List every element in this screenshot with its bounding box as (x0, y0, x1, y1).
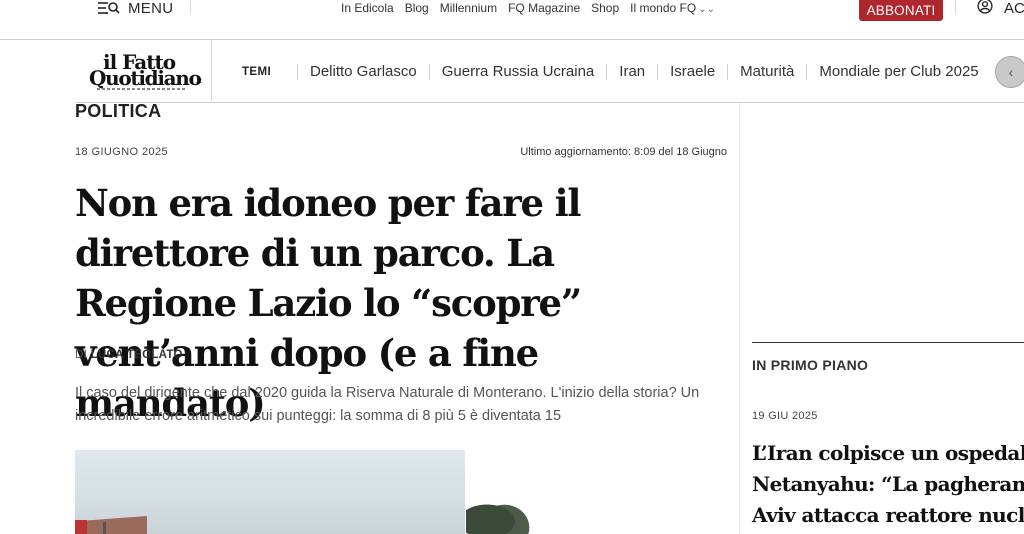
sidebar-headline-line: L’Iran colpisce un ospedale, (752, 441, 1024, 465)
divider (211, 40, 212, 103)
logo-tagline-decoration (97, 88, 187, 90)
topic-guerra-russia-ucraina[interactable]: Guerra Russia Ucraina (442, 63, 595, 80)
byline: DI LUCA TEOLATO (75, 349, 183, 361)
image-pole (103, 522, 106, 534)
divider (727, 63, 729, 80)
chevron-left-icon: ‹ (1008, 64, 1014, 80)
section-label[interactable]: POLITICA (75, 101, 161, 122)
link-blog[interactable]: Blog (405, 1, 429, 15)
divider (606, 63, 608, 80)
divider (297, 63, 298, 80)
topics-list: Delitto Garlasco Guerra Russia Ucraina I… (285, 40, 979, 103)
site-logo[interactable]: il Fatto Quotidiano .it (89, 50, 202, 92)
menu-search-icon (98, 1, 120, 15)
sidebar-headline-line: Aviv attacca reattore nucleare (752, 503, 1024, 527)
sidebar-title: IN PRIMO PIANO (752, 357, 869, 373)
last-updated: Ultimo aggiornamento: 8:09 del 18 Giugno (520, 146, 727, 158)
divider (657, 63, 659, 80)
menu-label: MENU (128, 0, 174, 17)
topic-mondiale-per-club[interactable]: Mondiale per Club 2025 (819, 63, 978, 80)
sidebar-date: 19 GIU 2025 (752, 410, 818, 422)
divider (806, 63, 808, 80)
publish-date: 18 GIUGNO 2025 (75, 146, 169, 158)
link-millennium[interactable]: Millennium (440, 1, 497, 15)
image-tree (466, 492, 536, 534)
topic-maturita[interactable]: Maturità (740, 63, 794, 80)
article-image (75, 450, 465, 534)
link-il-mondo-fq[interactable]: Il mondo FQ ⌄⌄ (630, 1, 715, 15)
account-label: AC (1004, 0, 1024, 17)
logo-suffix: .it (195, 77, 202, 85)
chevron-down-icon: ⌄⌄ (698, 4, 715, 15)
link-shop[interactable]: Shop (591, 1, 619, 15)
image-building-detail (75, 520, 87, 534)
account-button[interactable]: AC (974, 0, 1024, 18)
topics-label: TEMI (242, 65, 272, 78)
sidebar-headline-link[interactable]: L’Iran colpisce un ospedale, Netanyahu: … (752, 438, 1024, 531)
article-summary: Il caso del dirigente che dal 2020 guida… (75, 385, 700, 424)
subscribe-button[interactable]: ABBONATI (859, 0, 943, 21)
topic-iran[interactable]: Iran (619, 63, 645, 80)
link-fq-magazine[interactable]: FQ Magazine (508, 1, 580, 15)
sidebar-headline-line: Netanyahu: “La pagheranno” (752, 472, 1024, 496)
menu-button[interactable]: MENU (98, 0, 174, 17)
topics-nav: il Fatto Quotidiano .it TEMI Delitto Gar… (75, 40, 1024, 103)
topic-delitto-garlasco[interactable]: Delitto Garlasco (310, 63, 417, 80)
scroll-left-button[interactable]: ‹ (995, 56, 1024, 88)
link-in-edicola[interactable]: In Edicola (341, 1, 394, 15)
logo-line-2: Quotidiano (89, 66, 202, 90)
top-bar: MENU In Edicola Blog Millennium FQ Magaz… (0, 0, 1024, 40)
column-divider (739, 103, 740, 534)
byline-prefix: DI (75, 349, 88, 361)
top-links: In Edicola Blog Millennium FQ Magazine S… (341, 0, 715, 16)
link-il-mondo-fq-label: Il mondo FQ (630, 1, 697, 15)
topic-israele[interactable]: Israele (670, 63, 715, 80)
divider (955, 0, 956, 14)
divider (428, 63, 430, 80)
author-link[interactable]: LUCA TEOLATO (91, 349, 183, 361)
divider (190, 0, 191, 14)
user-icon (974, 0, 996, 18)
sidebar-rule (752, 342, 1024, 343)
